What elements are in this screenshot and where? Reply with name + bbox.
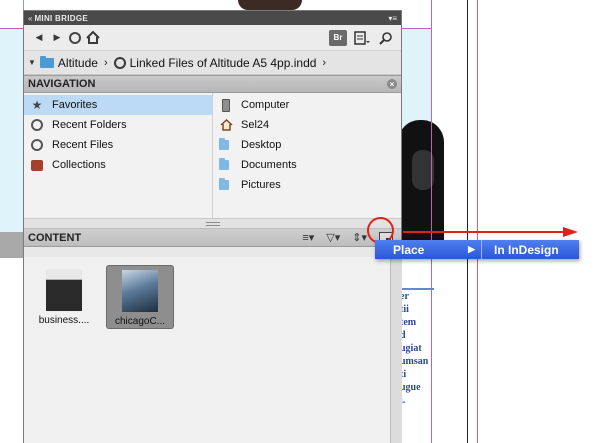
home-icon [219, 118, 233, 132]
nav-item-label: Pictures [241, 179, 281, 191]
nav-item-computer[interactable]: Computer [213, 95, 401, 115]
menu-item-place[interactable]: Place ▶ [375, 240, 481, 259]
bleed-line [477, 0, 478, 443]
panel-title: MINI BRIDGE [34, 13, 88, 23]
nav-item-recent-folders[interactable]: Recent Folders [24, 115, 212, 135]
sort-order-icon[interactable]: ⇕▾ [352, 231, 367, 244]
navigation-header: NAVIGATION × [24, 75, 401, 93]
forward-button[interactable]: ▶ [48, 29, 66, 47]
navigation-right-column: Computer Sel24 Desktop Documents Picture… [213, 93, 401, 218]
thumbnail-label: chicagoC... [114, 316, 166, 327]
content-grid: business.... chicagoC... [24, 257, 390, 443]
thumbnail-item[interactable]: business.... [30, 265, 98, 329]
tools-context-menu: Place ▶ In InDesign [375, 240, 579, 259]
annotation-arrow-icon [403, 227, 578, 237]
folder-icon [39, 55, 54, 68]
path-separator[interactable]: › [104, 57, 108, 69]
panel-titlebar[interactable]: « MINI BRIDGE ▾≡ [24, 11, 401, 25]
go-to-bridge-button[interactable]: Br [329, 29, 347, 46]
navigation-pane: ★ Favorites Recent Folders Recent Files … [24, 93, 401, 219]
folder-icon [219, 158, 233, 172]
nav-item-label: Recent Files [52, 139, 114, 151]
link-icon [113, 56, 126, 69]
nav-item-label: Documents [241, 159, 297, 171]
home-button[interactable] [84, 29, 102, 47]
submenu-arrow-icon: ▶ [468, 244, 475, 254]
sort-menu-icon[interactable]: ≡▾ [302, 231, 314, 244]
filter-icon[interactable]: ▽▾ [326, 231, 340, 244]
panel-view-button[interactable] [353, 29, 371, 47]
thumbnail-image [46, 269, 82, 311]
computer-icon [219, 98, 233, 112]
navigation-title: NAVIGATION [28, 78, 96, 90]
thumbnail-item-selected[interactable]: chicagoC... [106, 265, 174, 329]
nav-item-collections[interactable]: Collections [24, 155, 212, 175]
document-photo [238, 0, 302, 10]
document-text-line: tii [400, 304, 409, 315]
folder-icon [219, 178, 233, 192]
star-icon: ★ [31, 98, 43, 112]
search-icon [379, 31, 392, 45]
home-icon [86, 31, 100, 44]
nav-item-favorites[interactable]: ★ Favorites [24, 95, 212, 115]
document-text-line: i. [400, 395, 406, 406]
close-icon[interactable]: × [387, 79, 397, 89]
collections-icon [30, 158, 44, 172]
nav-item-desktop[interactable]: Desktop [213, 135, 401, 155]
path-dropdown-icon[interactable]: ▼ [28, 58, 36, 67]
document-gray-block [0, 232, 24, 258]
nav-item-label: Favorites [52, 99, 98, 111]
recent-icon [69, 31, 81, 44]
thumbnail-label: business.... [38, 315, 90, 326]
nav-item-documents[interactable]: Documents [213, 155, 401, 175]
document-text-line: d [400, 330, 406, 341]
content-header: CONTENT ≡▾ ▽▾ ⇕▾ [24, 229, 401, 247]
nav-item-pictures[interactable]: Pictures [213, 175, 401, 195]
nav-item-sel24[interactable]: Sel24 [213, 115, 401, 135]
nav-item-label: Desktop [241, 139, 282, 151]
document-text-line: ti [400, 369, 407, 380]
path-separator[interactable]: › [322, 57, 326, 69]
path-segment-linked-files[interactable]: Linked Files of Altitude A5 4pp.indd [130, 56, 317, 70]
collapse-icon[interactable]: « [28, 14, 32, 23]
search-button[interactable] [377, 29, 395, 47]
nav-item-label: Recent Folders [52, 119, 127, 131]
mini-bridge-panel: « MINI BRIDGE ▾≡ ◀ ▶ Br ▼ Altitude › Lin… [23, 10, 402, 443]
document-text-line: ugue [400, 382, 421, 393]
grip-icon [205, 221, 220, 226]
content-title: CONTENT [28, 231, 82, 244]
nav-item-recent-files[interactable]: Recent Files [24, 135, 212, 155]
panel-menu-icon[interactable]: ▾≡ [388, 14, 397, 23]
navigation-left-column: ★ Favorites Recent Folders Recent Files … [24, 93, 213, 218]
pane-splitter[interactable] [24, 219, 401, 229]
folder-icon [219, 138, 233, 152]
document-text-line: er [400, 291, 409, 302]
nav-item-label: Sel24 [241, 119, 270, 131]
content-scrollbar[interactable] [390, 257, 402, 443]
menu-item-in-indesign[interactable]: In InDesign [481, 240, 579, 259]
document-text: er tii tem d ugiat umsan ti ugue i. [400, 290, 430, 407]
nav-item-label: Computer [241, 99, 290, 111]
document-text-line: umsan [400, 356, 429, 367]
document-text-line: tem [400, 317, 417, 328]
menu-item-label: Place [393, 242, 425, 257]
path-segment-altitude[interactable]: Altitude [58, 56, 98, 70]
recent-folders-icon [30, 118, 44, 132]
toolbar-right: Br [329, 29, 395, 47]
recent-files-icon [30, 138, 44, 152]
recent-items-button[interactable] [66, 29, 84, 47]
document-text-line: ugiat [400, 343, 422, 354]
toolbar: ◀ ▶ Br [24, 25, 401, 51]
nav-item-label: Collections [52, 159, 106, 171]
thumbnail-image [122, 270, 158, 312]
page-edge [467, 0, 468, 443]
panel-view-icon [354, 30, 370, 45]
back-button[interactable]: ◀ [30, 29, 48, 47]
path-bar: ▼ Altitude › Linked Files of Altitude A5… [24, 51, 401, 75]
